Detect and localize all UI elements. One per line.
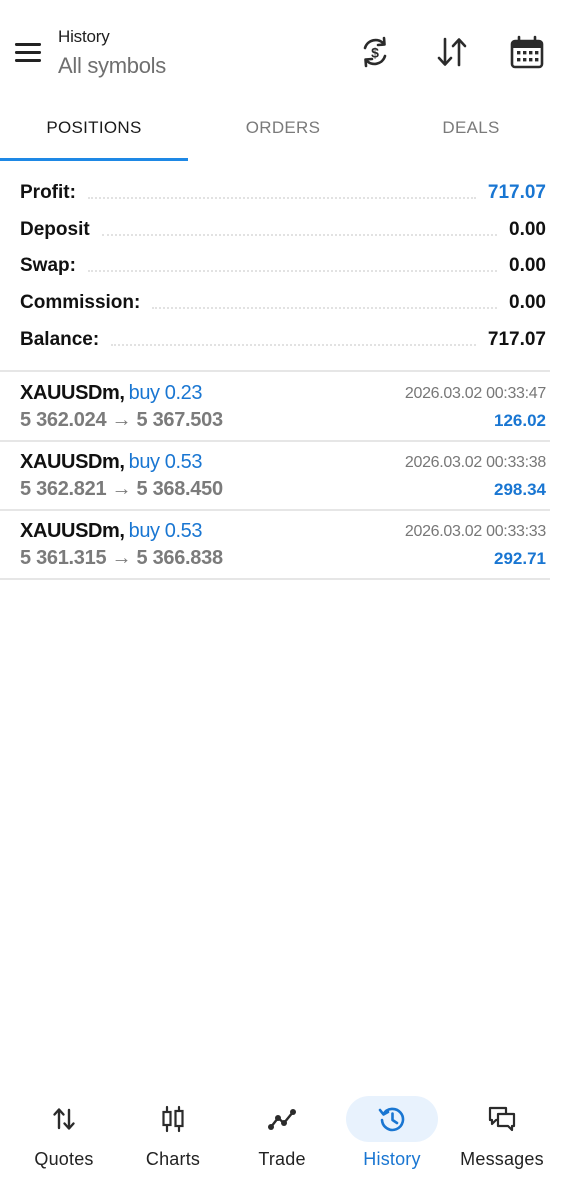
position-time: 2026.03.02 00:33:47 bbox=[404, 385, 546, 402]
nav-label: Trade bbox=[258, 1149, 306, 1169]
summary-row-commission: Commission: 0.00 bbox=[20, 287, 546, 319]
dotted-leader bbox=[87, 269, 498, 272]
position-symbol: XAUUSDm, buy 0.53 bbox=[20, 520, 203, 543]
profit-value: 717.07 bbox=[487, 182, 546, 203]
tab-orders[interactable]: ORDERS bbox=[189, 100, 377, 158]
summary-row-balance: Balance: 717.07 bbox=[20, 324, 546, 356]
dotted-leader bbox=[101, 233, 498, 236]
bottom-navigation: Quotes Charts Trade History Messages bbox=[0, 1090, 566, 1190]
summary-label: Swap: bbox=[20, 255, 76, 276]
position-side-volume: buy 0.53 bbox=[128, 451, 203, 473]
position-time: 2026.03.02 00:33:33 bbox=[404, 523, 546, 540]
position-symbol: XAUUSDm, buy 0.23 bbox=[20, 382, 203, 405]
position-time: 2026.03.02 00:33:38 bbox=[404, 454, 546, 471]
position-side-volume: buy 0.23 bbox=[128, 382, 203, 404]
top-app-bar: History All symbols $ bbox=[0, 0, 566, 100]
nav-label: Messages bbox=[460, 1149, 544, 1169]
position-prices: 5 362.821 → 5 368.450 bbox=[20, 478, 223, 500]
symbol-name: XAUUSDm, bbox=[20, 520, 125, 542]
divider bbox=[0, 578, 550, 580]
summary-row-profit: Profit: 717.07 bbox=[20, 177, 546, 209]
symbol-filter[interactable]: All symbols bbox=[58, 53, 166, 79]
position-prices: 5 361.315 → 5 366.838 bbox=[20, 547, 223, 569]
hamburger-menu-icon[interactable] bbox=[14, 40, 42, 64]
dotted-leader bbox=[87, 196, 476, 199]
nav-trade[interactable]: Trade bbox=[227, 1090, 337, 1180]
calendar-icon[interactable] bbox=[509, 34, 545, 70]
summary-row-swap: Swap: 0.00 bbox=[20, 250, 546, 282]
history-icon bbox=[377, 1104, 407, 1134]
position-prices: 5 362.024 → 5 367.503 bbox=[20, 409, 223, 431]
dotted-leader bbox=[152, 306, 498, 309]
position-side-volume: buy 0.53 bbox=[128, 520, 203, 542]
swap-value: 0.00 bbox=[509, 255, 546, 276]
tab-positions[interactable]: POSITIONS bbox=[0, 100, 188, 158]
active-tab-indicator bbox=[0, 158, 188, 161]
position-row[interactable]: XAUUSDm, buy 0.53 5 361.315 → 5 366.838 2… bbox=[0, 510, 566, 578]
summary-label: Deposit bbox=[20, 219, 90, 240]
trade-icon bbox=[267, 1104, 297, 1134]
summary-label: Profit: bbox=[20, 182, 76, 203]
summary-row-deposit: Deposit 0.00 bbox=[20, 214, 546, 246]
svg-text:$: $ bbox=[371, 45, 379, 61]
position-profit: 126.02 bbox=[494, 411, 546, 430]
commission-value: 0.00 bbox=[509, 292, 546, 313]
position-symbol: XAUUSDm, buy 0.53 bbox=[20, 451, 203, 474]
nav-label: History bbox=[363, 1149, 421, 1169]
page-title: History bbox=[58, 27, 110, 46]
summary-label: Balance: bbox=[20, 329, 100, 350]
symbol-name: XAUUSDm, bbox=[20, 451, 125, 473]
nav-label: Quotes bbox=[34, 1149, 94, 1169]
sort-icon[interactable] bbox=[434, 34, 470, 70]
summary-label: Commission: bbox=[20, 292, 141, 313]
deposit-value: 0.00 bbox=[509, 219, 546, 240]
nav-history[interactable]: History bbox=[337, 1090, 447, 1180]
messages-icon bbox=[487, 1104, 517, 1134]
nav-charts[interactable]: Charts bbox=[118, 1090, 228, 1180]
nav-label: Charts bbox=[145, 1149, 201, 1169]
nav-quotes[interactable]: Quotes bbox=[9, 1090, 119, 1180]
balance-value: 717.07 bbox=[487, 329, 546, 350]
position-profit: 292.71 bbox=[494, 549, 546, 568]
history-tabs: POSITIONS ORDERS DEALS bbox=[0, 100, 566, 162]
nav-messages[interactable]: Messages bbox=[447, 1090, 557, 1180]
tab-deals[interactable]: DEALS bbox=[377, 100, 565, 158]
dotted-leader bbox=[111, 343, 476, 346]
position-profit: 298.34 bbox=[494, 480, 546, 499]
quotes-icon bbox=[49, 1104, 79, 1134]
currency-refresh-icon[interactable]: $ bbox=[357, 34, 393, 70]
charts-icon bbox=[158, 1104, 188, 1134]
symbol-name: XAUUSDm, bbox=[20, 382, 125, 404]
position-row[interactable]: XAUUSDm, buy 0.23 5 362.024 → 5 367.503 2… bbox=[0, 372, 566, 440]
position-row[interactable]: XAUUSDm, buy 0.53 5 362.821 → 5 368.450 2… bbox=[0, 441, 566, 509]
